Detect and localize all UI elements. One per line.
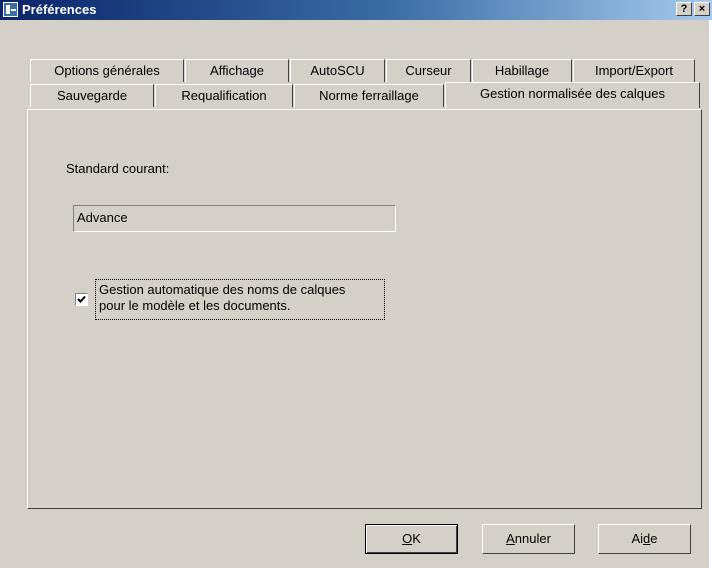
tab-gestion-calques[interactable]: Gestion normalisée des calques bbox=[445, 82, 700, 108]
close-button[interactable]: × bbox=[694, 2, 710, 16]
standard-label: Standard courant: bbox=[66, 161, 170, 176]
auto-layer-label[interactable]: Gestion automatique des noms de calques … bbox=[95, 279, 385, 320]
auto-layer-label-line2: pour le modèle et les documents. bbox=[99, 298, 291, 313]
standard-value: Advance bbox=[77, 210, 128, 225]
help-button[interactable]: Aide bbox=[598, 524, 691, 554]
tab-curseur[interactable]: Curseur bbox=[386, 59, 471, 82]
tab-requalification[interactable]: Requalification bbox=[155, 84, 293, 107]
checkmark-icon bbox=[77, 295, 86, 303]
tab-sauvegarde[interactable]: Sauvegarde bbox=[30, 84, 154, 107]
standard-field[interactable]: Advance bbox=[73, 205, 396, 232]
cancel-button[interactable]: Annuler bbox=[482, 524, 575, 554]
auto-layer-checkbox[interactable] bbox=[75, 293, 88, 306]
app-icon bbox=[3, 2, 18, 17]
tab-habillage[interactable]: Habillage bbox=[472, 59, 572, 82]
ok-button[interactable]: OK bbox=[365, 524, 458, 554]
auto-layer-label-line1: Gestion automatique des noms de calques bbox=[99, 282, 346, 297]
tab-autoscu[interactable]: AutoSCU bbox=[290, 59, 385, 82]
tab-affichage[interactable]: Affichage bbox=[185, 59, 289, 82]
tab-options-generales[interactable]: Options générales bbox=[30, 59, 184, 82]
tab-norme-ferraillage[interactable]: Norme ferraillage bbox=[294, 84, 444, 107]
title-bar[interactable]: Préférences ? × bbox=[0, 0, 712, 20]
tab-import-export[interactable]: Import/Export bbox=[573, 59, 695, 82]
help-caption-button[interactable]: ? bbox=[676, 2, 692, 16]
window-title: Préférences bbox=[22, 2, 97, 17]
